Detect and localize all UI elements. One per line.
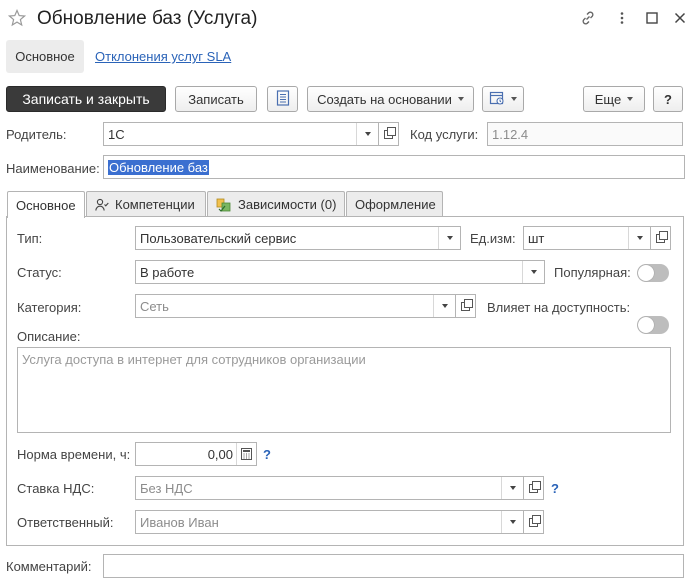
tab-dependencies-label: Зависимости (0)	[238, 197, 337, 212]
tab-main[interactable]: Основное	[7, 191, 85, 218]
affects-availability-toggle[interactable]	[637, 316, 669, 334]
unit-value: шт	[528, 230, 545, 246]
category-field[interactable]: Сеть	[135, 294, 456, 318]
nav-tab-main[interactable]: Основное	[6, 40, 84, 73]
code-value: 1.12.4	[492, 126, 529, 142]
user-competence-icon	[95, 198, 109, 212]
calendar-settings-icon	[489, 90, 505, 109]
popular-label: Популярная:	[554, 265, 631, 280]
code-label: Код услуги:	[410, 127, 479, 142]
comment-field[interactable]	[103, 554, 684, 578]
type-field[interactable]: Пользовательский сервис	[135, 226, 461, 250]
parent-field[interactable]: 1С	[103, 122, 379, 146]
vat-help-icon[interactable]: ?	[551, 481, 559, 496]
open-category-button[interactable]	[456, 294, 476, 318]
description-label: Описание:	[17, 329, 81, 344]
dropdown-arrow-icon[interactable]	[433, 295, 455, 317]
tab-competencies-label: Компетенции	[115, 197, 195, 212]
link-icon[interactable]	[580, 10, 596, 26]
unit-label: Ед.изм:	[470, 231, 516, 246]
dropdown-arrow-icon[interactable]	[501, 477, 523, 499]
vat-label: Ставка НДС:	[17, 481, 95, 496]
save-and-close-button[interactable]: Записать и закрыть	[6, 86, 166, 112]
open-icon	[656, 230, 668, 243]
open-vat-button[interactable]	[524, 476, 544, 500]
open-unit-button[interactable]	[651, 226, 671, 250]
type-value: Пользовательский сервис	[140, 230, 297, 246]
star-icon[interactable]	[7, 8, 27, 27]
category-placeholder: Сеть	[140, 298, 169, 314]
open-icon	[384, 126, 396, 139]
close-icon[interactable]	[672, 10, 688, 26]
chevron-down-icon	[627, 97, 634, 101]
create-based-on-label: Создать на основании	[317, 91, 452, 107]
tab-dependencies[interactable]: Зависимости (0)	[207, 191, 345, 217]
time-norm-value: 0,00	[207, 446, 233, 462]
tab-appearance-label: Оформление	[355, 197, 436, 212]
open-parent-button[interactable]	[379, 122, 399, 146]
save-button[interactable]: Записать	[175, 86, 257, 112]
name-value-wrap: Обновление баз	[104, 159, 684, 175]
responsible-label: Ответственный:	[17, 515, 114, 530]
open-icon	[529, 480, 541, 493]
open-icon	[529, 514, 541, 527]
status-value: В работе	[140, 264, 195, 280]
tab-main-label: Основное	[16, 197, 76, 213]
chevron-down-icon	[457, 97, 464, 101]
parent-value: 1С	[108, 126, 125, 142]
time-norm-help-icon[interactable]: ?	[263, 447, 271, 462]
document-list-icon	[276, 89, 290, 109]
help-button[interactable]: ?	[653, 86, 683, 112]
unit-field[interactable]: шт	[523, 226, 651, 250]
status-field[interactable]: В работе	[135, 260, 545, 284]
code-field: 1.12.4	[487, 122, 683, 146]
popular-toggle[interactable]	[637, 264, 669, 282]
create-based-on-button[interactable]: Создать на основании	[307, 86, 474, 112]
name-value: Обновление баз	[108, 159, 209, 175]
dropdown-arrow-icon[interactable]	[356, 123, 378, 145]
more-vertical-icon[interactable]	[614, 10, 630, 26]
window-title: Обновление баз (Услуга)	[37, 8, 258, 29]
category-label: Категория:	[17, 300, 82, 315]
open-icon	[461, 298, 473, 311]
dropdown-arrow-icon[interactable]	[501, 511, 523, 533]
description-textarea[interactable]: Услуга доступа в интернет для сотруднико…	[17, 347, 671, 433]
maximize-icon[interactable]	[644, 10, 660, 26]
affects-availability-label: Влияет на доступность:	[487, 300, 631, 315]
dropdown-arrow-icon[interactable]	[628, 227, 650, 249]
tab-appearance[interactable]: Оформление	[346, 191, 443, 217]
more-button[interactable]: Еще	[583, 86, 645, 112]
type-label: Тип:	[17, 231, 43, 246]
dropdown-arrow-icon[interactable]	[438, 227, 460, 249]
name-label: Наименование:	[6, 161, 100, 176]
time-norm-field[interactable]: 0,00	[135, 442, 257, 466]
report-button[interactable]	[267, 86, 298, 112]
description-placeholder: Услуга доступа в интернет для сотруднико…	[22, 352, 366, 367]
vat-field[interactable]: Без НДС	[135, 476, 524, 500]
more-button-label: Еще	[594, 91, 622, 107]
time-norm-label: Норма времени, ч:	[17, 447, 131, 462]
status-label: Статус:	[17, 265, 62, 280]
comment-label: Комментарий:	[6, 559, 92, 574]
vat-placeholder: Без НДС	[140, 480, 193, 496]
parent-label: Родитель:	[6, 127, 67, 142]
tab-competencies[interactable]: Компетенции	[86, 191, 206, 217]
calculator-icon[interactable]	[236, 443, 256, 465]
print-menu-button[interactable]	[482, 86, 524, 112]
responsible-placeholder: Иванов Иван	[140, 514, 219, 530]
name-field[interactable]: Обновление баз	[103, 155, 685, 179]
chevron-down-icon	[511, 97, 517, 101]
nav-link-sla[interactable]: Отклонения услуг SLA	[95, 49, 231, 64]
open-responsible-button[interactable]	[524, 510, 544, 534]
dropdown-arrow-icon[interactable]	[522, 261, 544, 283]
responsible-field[interactable]: Иванов Иван	[135, 510, 524, 534]
dependencies-icon	[216, 197, 232, 213]
